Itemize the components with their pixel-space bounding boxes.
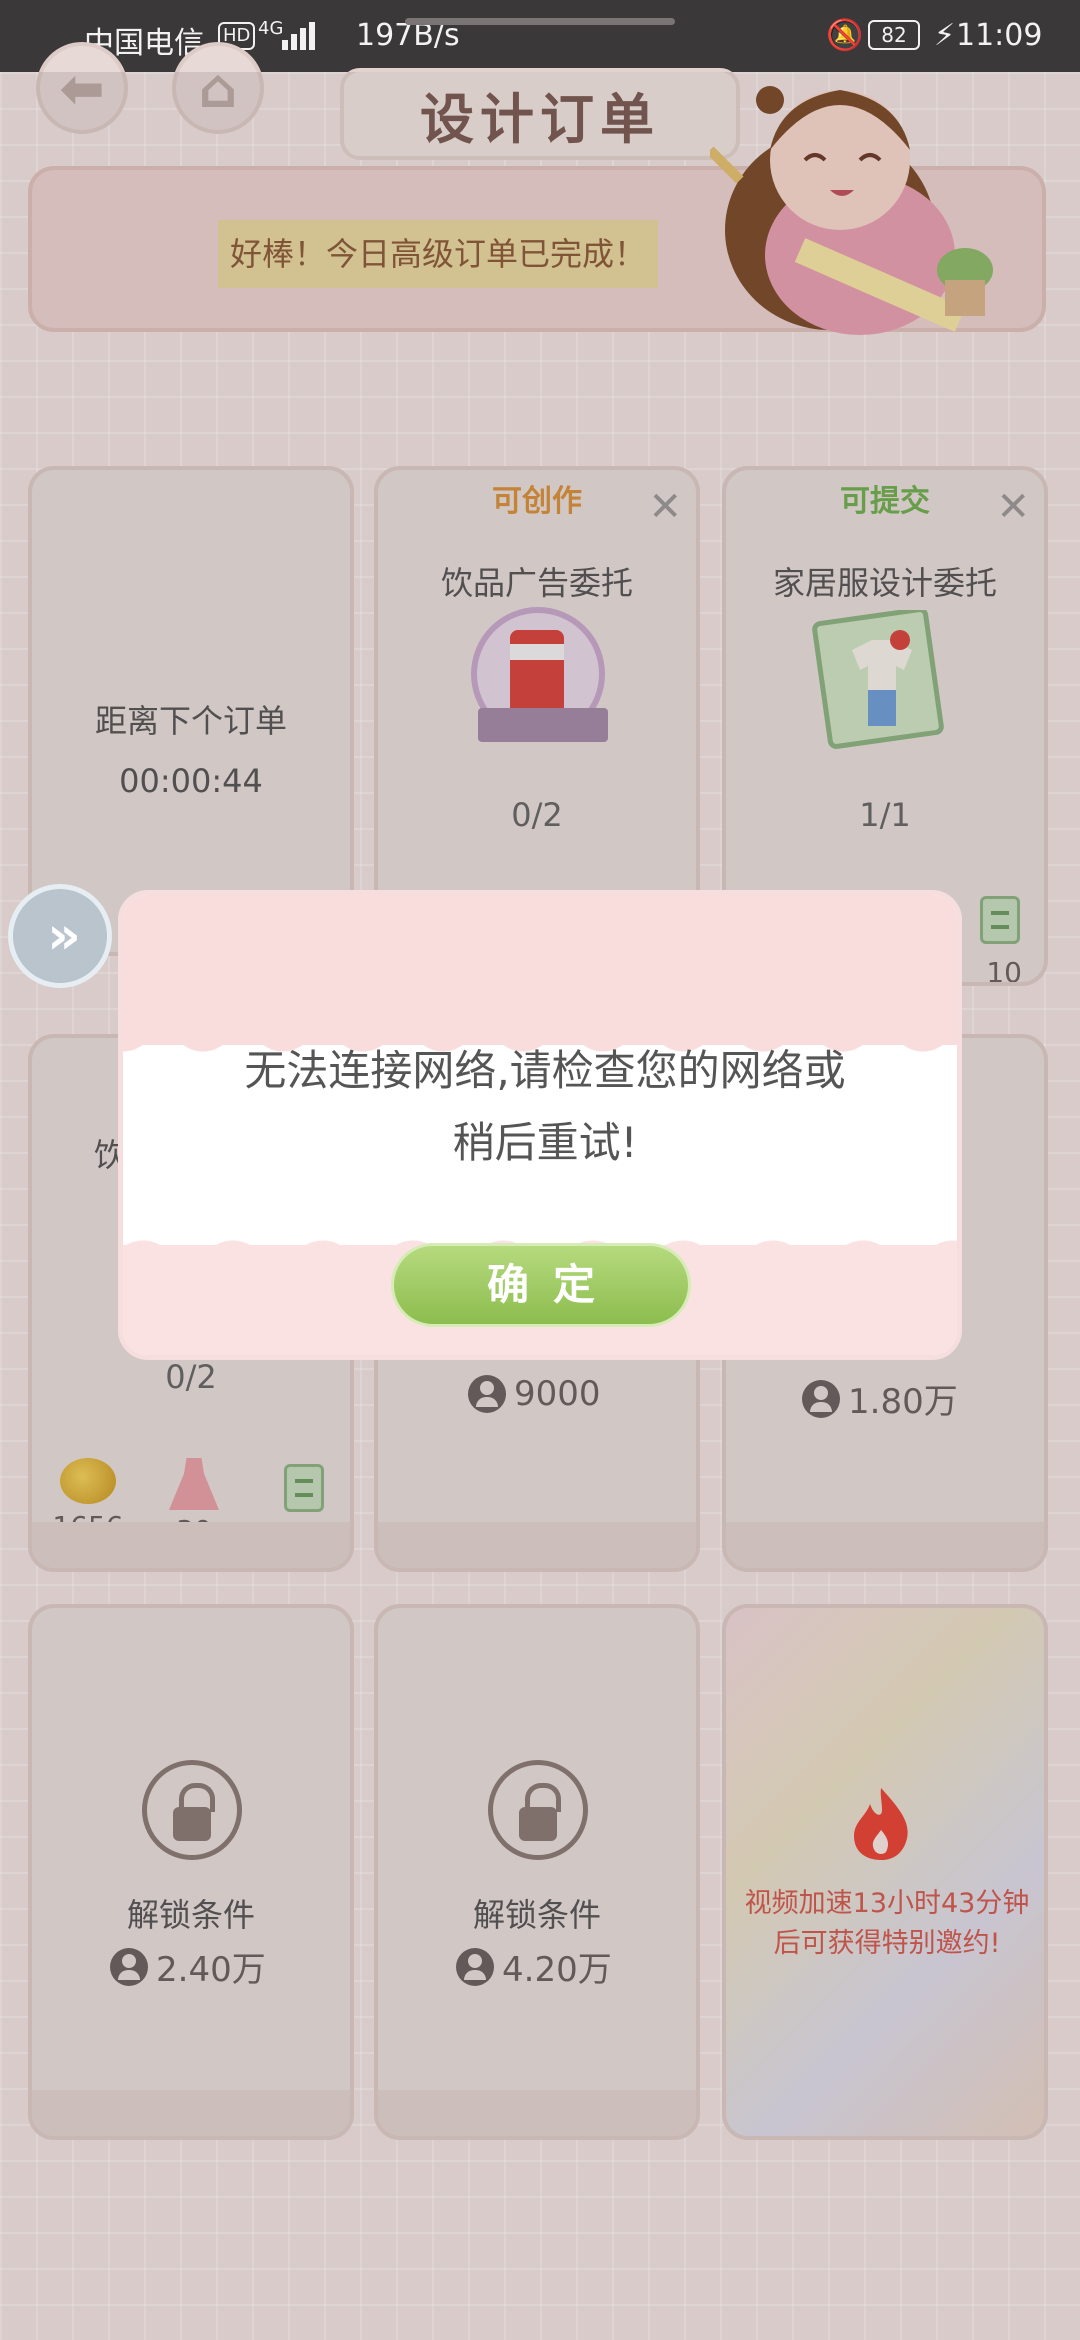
expand-side-button[interactable]: » [8,884,112,988]
gesture-handle [405,18,675,25]
double-chevron-right-icon: » [47,906,80,966]
signal-icon [282,20,315,50]
confirm-button[interactable]: 确定 [391,1243,691,1327]
dialog-message-line1: 无法连接网络,请检查您的网络或 [244,1046,846,1095]
dialog-message-line2: 稍后重试! [452,1118,638,1167]
network-type: 4G [258,18,284,39]
network-error-dialog: 无法连接网络,请检查您的网络或 稍后重试! 确定 [118,890,962,1360]
dialog-message: 无法连接网络,请检查您的网络或 稍后重试! [163,1035,927,1179]
